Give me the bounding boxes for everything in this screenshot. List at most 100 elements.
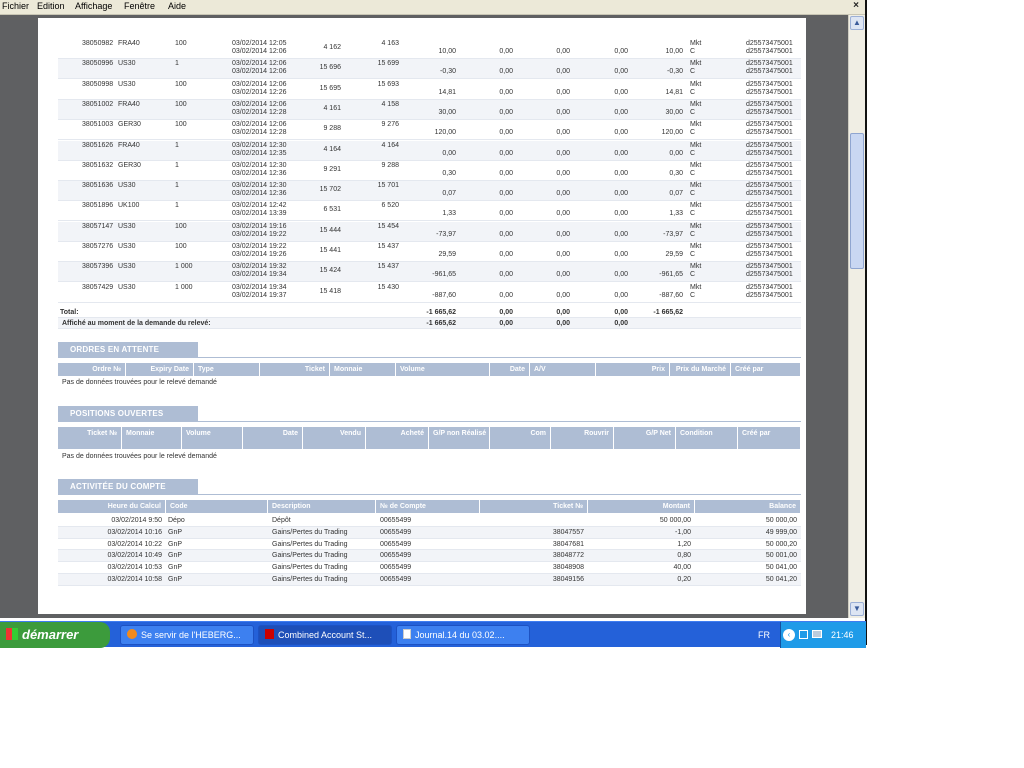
swap-cell: 0,00 — [556, 88, 570, 96]
symbol-cell: GER30 — [118, 121, 141, 129]
scroll-down-icon[interactable]: ▼ — [850, 602, 864, 616]
trade-row: 03/02/2014 12:06 03/02/2014 12:06 15 699 Cd… — [58, 59, 801, 80]
start-button[interactable]: démarrer — [0, 622, 110, 648]
net-cell: 120,00 — [661, 129, 683, 137]
close-price-cell: 4 164 — [381, 141, 399, 149]
close-price-cell: 15 437 — [377, 243, 399, 250]
account-cell: d25573475001 — [746, 283, 793, 291]
volume-cell: 100 — [175, 100, 187, 108]
account-activity-header: Heure du Calcul Code Description № de Compt… — [58, 500, 801, 513]
account-cell: d25573475001 — [746, 48, 793, 55]
open-time-cell: 03/02/2014 19:22 — [232, 243, 287, 250]
ticket-number-cell: 38047681 — [552, 540, 584, 548]
task-pdf-reader[interactable]: Combined Account St... — [258, 625, 392, 645]
pl-cell: -0,30 — [440, 68, 456, 76]
open-time-cell: 03/02/2014 12:30 — [232, 161, 287, 169]
scroll-thumb[interactable] — [850, 133, 864, 269]
balance-cell: 50 041,20 — [765, 576, 797, 583]
column-header: Date — [490, 363, 530, 376]
column-header: Acheté — [366, 427, 429, 449]
time-cell: 03/02/2014 10:49 — [107, 552, 163, 560]
commission-cell: 0,00 — [499, 251, 513, 258]
pl-cell: -887,60 — [432, 291, 456, 299]
symbol-cell: FRA40 — [118, 40, 140, 47]
close-price-cell: 4 163 — [381, 40, 399, 47]
activity-row: 03/02/2014 10:22 GnP Gains/Pertes du Tradi… — [58, 539, 801, 551]
swap-cell: 0,00 — [556, 129, 570, 137]
amount-cell: 0,80 — [677, 552, 691, 560]
swap-cell: 0,00 — [556, 230, 570, 238]
commission-cell: 0,00 — [499, 129, 513, 137]
account-cell: d25573475001 — [746, 88, 793, 96]
totals-c2: 0,00 — [556, 309, 570, 316]
pl-cell: 0,00 — [442, 149, 456, 157]
account-cell: d25573475001 — [746, 251, 793, 258]
time-cell: 03/02/2014 10:58 — [107, 576, 163, 583]
close-time-cell: 03/02/2014 12:28 — [232, 108, 287, 116]
column-header: Description — [268, 500, 376, 513]
displayed-d2: 0,00 — [556, 320, 570, 327]
time-cell: 03/02/2014 10:22 — [107, 540, 163, 548]
code-cell: GnP — [168, 540, 183, 548]
taskbar: démarrer Se servir de l'HEBERG... Combin… — [0, 621, 866, 648]
description-cell: Gains/Pertes du Trading — [272, 540, 348, 548]
pl-cell: -961,65 — [432, 271, 456, 279]
symbol-cell: FRA40 — [118, 141, 140, 149]
open-time-cell: 03/02/2014 12:06 — [232, 121, 287, 129]
open-positions-header: Ticket № Monnaie Volume Date Vendu Acheté G/P … — [58, 427, 801, 449]
ticket-cell: 38057396 — [82, 263, 114, 271]
comment-cell: Mkt — [690, 60, 702, 68]
vertical-scrollbar[interactable]: ▲ ▼ — [848, 15, 865, 618]
column-header: Code — [166, 500, 268, 513]
account-cell: d25573475001 — [746, 129, 793, 137]
account-cell: d25573475001 — [746, 68, 793, 76]
description-cell: Gains/Pertes du Trading — [272, 552, 348, 560]
volume-cell: 1 — [175, 60, 179, 68]
menu-affichage[interactable]: Affichage — [75, 1, 112, 11]
column-header: Type — [194, 363, 260, 376]
displayed-row: Affiché au moment de la demande du relev… — [58, 318, 801, 329]
menu-fenetre[interactable]: Fenêtre — [124, 1, 155, 11]
menu-fichier[interactable]: Fichier — [2, 1, 29, 11]
amount-cell: 0,20 — [677, 576, 691, 583]
totals-c1: 0,00 — [499, 309, 513, 316]
open-time-cell: 03/02/2014 12:06 — [232, 100, 287, 108]
commission-cell: 0,00 — [499, 68, 513, 76]
comment-cell: C — [690, 88, 696, 96]
amount-cell: -1,00 — [675, 528, 691, 536]
activity-row: 03/02/2014 10:58 GnP Gains/Pertes du Tradi… — [58, 574, 801, 586]
column-header: Ticket № — [58, 427, 122, 449]
open-price-cell: 9 288 — [323, 125, 341, 133]
menu-aide[interactable]: Aide — [168, 1, 186, 11]
menu-edition[interactable]: Edition — [37, 1, 65, 11]
ticket-cell: 38050982 — [82, 40, 114, 47]
close-icon[interactable]: × — [853, 0, 859, 11]
net-cell: 14,81 — [665, 88, 683, 96]
net-cell: -961,65 — [659, 271, 683, 279]
task-firefox[interactable]: Se servir de l'HEBERG... — [120, 625, 254, 645]
trade-row: 03/02/2014 19:34 03/02/2014 19:37 15 430 Cd… — [58, 283, 801, 303]
commission-cell: 0,00 — [499, 48, 513, 55]
ticket-cell: 38051636 — [82, 182, 114, 190]
open-price-cell: 6 531 — [323, 206, 341, 214]
task-journal[interactable]: Journal.14 du 03.02.... — [396, 625, 530, 645]
trade-row: 03/02/2014 19:16 03/02/2014 19:22 15 454 Cd… — [58, 221, 801, 242]
balance-cell: 50 000,20 — [765, 540, 797, 548]
ticket-cell: 38051896 — [82, 202, 114, 210]
column-header: № de Compte — [376, 500, 480, 513]
column-header: Ordre № — [58, 363, 126, 376]
volume-cell: 1 — [175, 182, 179, 190]
comment-cell: Mkt — [690, 161, 702, 169]
column-header: Monnaie — [330, 363, 396, 376]
balance-cell: 50 001,00 — [765, 552, 797, 560]
fee-cell: 0,00 — [614, 190, 628, 198]
open-time-cell: 03/02/2014 12:30 — [232, 141, 287, 149]
account-cell: d25573475001 — [746, 202, 793, 210]
scroll-up-icon[interactable]: ▲ — [850, 16, 864, 30]
tray-expand-icon[interactable]: ‹ — [783, 629, 795, 641]
language-indicator[interactable]: FR — [758, 622, 770, 648]
monitor-icon[interactable] — [812, 630, 822, 638]
comment-cell: Mkt — [690, 263, 702, 271]
close-time-cell: 03/02/2014 19:37 — [232, 291, 287, 299]
network-icon[interactable] — [799, 630, 808, 639]
